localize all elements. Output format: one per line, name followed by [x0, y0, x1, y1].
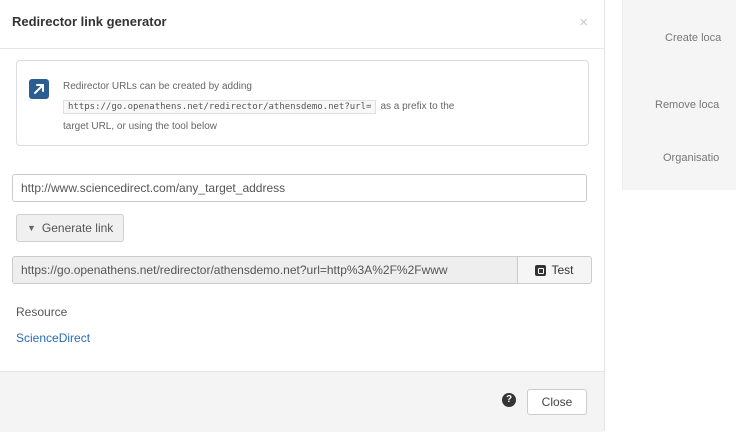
external-link-icon [29, 79, 49, 99]
close-button[interactable]: Close [527, 389, 587, 415]
redirector-modal: Redirector link generator × Redirector U… [0, 0, 605, 432]
side-panel: Create loca Remove loca Organisatio [622, 0, 736, 190]
generate-link-label: Generate link [41, 221, 114, 235]
info-box: Redirector URLs can be created by adding… [16, 60, 589, 146]
side-item-organisation[interactable]: Organisatio [663, 152, 736, 164]
generate-link-button[interactable]: ▼ Generate link [16, 214, 125, 242]
info-text: Redirector URLs can be created by adding… [63, 77, 573, 137]
help-icon[interactable]: ? [502, 393, 516, 407]
test-label: Test [551, 263, 574, 277]
side-item-remove-location[interactable]: Remove loca [655, 99, 736, 111]
test-button[interactable]: Test [518, 256, 592, 284]
modal-title: Redirector link generator [12, 14, 167, 29]
side-item-create-location[interactable]: Create loca [665, 32, 736, 44]
modal-header: Redirector link generator × [0, 0, 604, 49]
redirector-prefix-code: https://go.openathens.net/redirector/ath… [63, 100, 377, 114]
generated-link-group: Test [12, 256, 592, 284]
close-icon[interactable]: × [579, 14, 588, 31]
external-link-icon [535, 264, 547, 276]
resource-link[interactable]: ScienceDirect [16, 331, 90, 345]
info-line-1: Redirector URLs can be created by adding [63, 81, 252, 92]
info-line-2: https://go.openathens.net/redirector/ath… [63, 97, 573, 117]
generated-url-field[interactable] [12, 256, 518, 284]
chevron-down-icon: ▼ [27, 223, 36, 233]
info-line-2-suffix: as a prefix to the [380, 101, 455, 112]
target-url-input[interactable] [12, 174, 587, 202]
info-line-3: target URL, or using the tool below [63, 121, 217, 132]
resource-label: Resource [16, 305, 68, 319]
